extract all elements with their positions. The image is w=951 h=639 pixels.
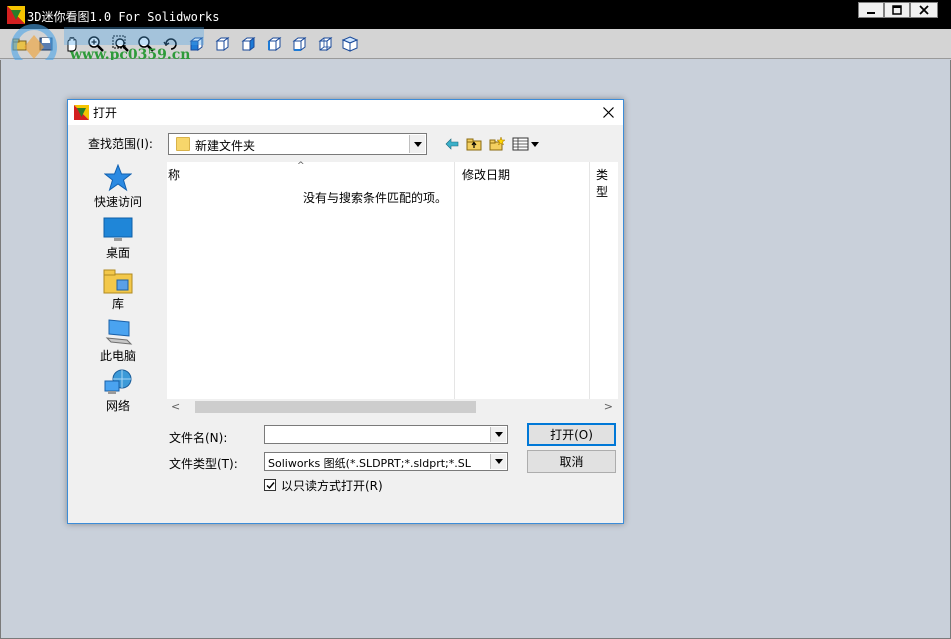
- computer-icon: [105, 319, 133, 345]
- filetype-value: Soliworks 图纸(*.SLDPRT;*.sldprt;*.SL: [268, 457, 471, 470]
- file-list[interactable]: ^ 称 修改日期 类型 没有与搜索条件匹配的项。 < >: [167, 161, 618, 415]
- view-menu-icon: [512, 137, 539, 151]
- place-label: 网络: [105, 399, 130, 413]
- place-label: 此电脑: [99, 349, 136, 363]
- view-left-button[interactable]: [238, 34, 258, 54]
- cancel-button[interactable]: 取消: [527, 450, 616, 473]
- view-iso-button[interactable]: [340, 34, 360, 54]
- scroll-left-icon[interactable]: <: [171, 400, 180, 413]
- place-label: 桌面: [105, 246, 130, 260]
- view-bottom-icon: [318, 37, 333, 51]
- app-logo-icon: [7, 6, 25, 24]
- new-folder-button[interactable]: [487, 135, 507, 153]
- checkmark-icon: [266, 481, 275, 489]
- place-library[interactable]: 库: [88, 268, 148, 312]
- place-quick-access[interactable]: 快速访问: [88, 164, 148, 210]
- minimize-icon: [867, 12, 875, 14]
- horizontal-scrollbar[interactable]: < >: [167, 399, 618, 415]
- column-divider: [589, 162, 590, 399]
- save-icon: [39, 37, 53, 51]
- back-arrow-icon: [445, 138, 459, 150]
- column-divider: [454, 162, 455, 399]
- close-icon: [602, 106, 614, 118]
- column-header-modified[interactable]: 修改日期: [462, 166, 510, 183]
- column-header-type[interactable]: 类型: [596, 166, 618, 200]
- lookin-dropdown[interactable]: 新建文件夹: [168, 133, 427, 155]
- filetype-label: 文件类型(T):: [169, 457, 238, 471]
- view-right-button[interactable]: [264, 34, 284, 54]
- view-right-icon: [267, 37, 282, 51]
- column-header-name[interactable]: 称: [168, 166, 180, 183]
- lookin-value: 新建文件夹: [195, 139, 256, 153]
- place-desktop[interactable]: 桌面: [88, 217, 148, 261]
- empty-message: 没有与搜索条件匹配的项。: [303, 191, 448, 205]
- dialog-app-icon: [74, 105, 89, 120]
- back-button[interactable]: [442, 135, 462, 153]
- app-titlebar: 3D迷你看图1.0 For Solidworks: [0, 0, 951, 29]
- open-button[interactable]: [10, 34, 30, 54]
- dialog-close-button[interactable]: [594, 100, 622, 124]
- save-button[interactable]: [36, 34, 56, 54]
- dialog-titlebar: 打开: [68, 100, 623, 125]
- place-label: 快速访问: [93, 195, 142, 209]
- view-top-icon: [292, 37, 307, 51]
- open-file-dialog: 打开 查找范围(I): 新建文件夹 快速访问 桌面 库 此电脑 网络 ^ 称 修…: [67, 99, 624, 524]
- readonly-checkbox[interactable]: [264, 479, 276, 491]
- library-icon: [103, 269, 133, 294]
- network-icon: [104, 369, 132, 394]
- view-bottom-button[interactable]: [315, 34, 335, 54]
- view-top-button[interactable]: [289, 34, 309, 54]
- close-button[interactable]: [910, 2, 938, 18]
- place-network[interactable]: 网络: [88, 368, 148, 414]
- maximize-button[interactable]: [884, 2, 910, 18]
- view-iso-icon: [341, 36, 359, 52]
- place-this-pc[interactable]: 此电脑: [88, 318, 148, 364]
- folder-icon: [176, 137, 190, 151]
- dialog-title: 打开: [93, 106, 118, 120]
- up-folder-button[interactable]: [464, 135, 484, 153]
- sort-ascending-icon: ^: [297, 161, 305, 171]
- app-title: 3D迷你看图1.0 For Solidworks: [27, 10, 220, 24]
- scroll-right-icon[interactable]: >: [604, 400, 613, 413]
- desktop-icon: [103, 217, 133, 241]
- filename-combobox[interactable]: [264, 425, 508, 444]
- view-back-button[interactable]: [212, 34, 232, 54]
- view-back-icon: [215, 37, 230, 51]
- lookin-label: 查找范围(I):: [88, 137, 153, 151]
- chevron-down-icon: [409, 135, 425, 153]
- readonly-label[interactable]: 以只读方式打开(R): [281, 477, 383, 494]
- chevron-down-icon[interactable]: [490, 454, 506, 469]
- close-icon: [919, 5, 929, 15]
- view-left-icon: [241, 37, 256, 51]
- scrollbar-thumb[interactable]: [195, 401, 476, 413]
- filetype-dropdown[interactable]: Soliworks 图纸(*.SLDPRT;*.sldprt;*.SL: [264, 452, 508, 471]
- new-folder-icon: [489, 137, 505, 151]
- chevron-down-icon[interactable]: [490, 427, 506, 442]
- up-folder-icon: [466, 138, 482, 151]
- maximize-icon: [892, 5, 902, 15]
- main-toolbar: www.pc0359.cn: [0, 24, 951, 70]
- star-icon: [104, 164, 132, 192]
- open-icon: [12, 38, 27, 51]
- view-menu-button[interactable]: [511, 135, 541, 153]
- place-label: 库: [111, 297, 124, 311]
- minimize-button[interactable]: [858, 2, 884, 18]
- filename-label: 文件名(N):: [169, 431, 228, 445]
- open-button[interactable]: 打开(O): [527, 423, 616, 446]
